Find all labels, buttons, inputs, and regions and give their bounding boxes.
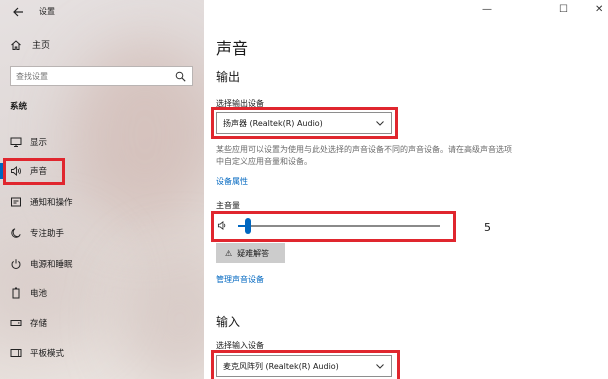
search-input[interactable]	[11, 67, 161, 85]
volume-label: 主音量	[216, 201, 240, 210]
volume-value: 5	[484, 221, 491, 234]
warning-icon: ⚠	[225, 248, 233, 258]
page-title: 声音	[216, 39, 249, 58]
tablet-icon	[10, 347, 22, 359]
troubleshoot-label: 疑难解答	[237, 248, 270, 258]
sidebar-item-label: 专注助手	[30, 229, 65, 239]
nav-home[interactable]: 主页	[10, 38, 50, 51]
search-icon[interactable]	[175, 71, 186, 82]
sidebar-item-tablet-mode[interactable]: 平板模式	[0, 342, 204, 364]
monitor-icon	[10, 136, 22, 148]
maximize-button[interactable]: ☐	[559, 4, 568, 15]
storage-icon	[10, 317, 22, 329]
notification-icon	[10, 196, 22, 208]
sidebar-item-label: 存储	[30, 319, 48, 329]
minimize-button[interactable]: —	[482, 4, 492, 15]
sidebar-item-notifications[interactable]: 通知和操作	[0, 191, 204, 213]
device-properties-link[interactable]: 设备属性	[216, 176, 248, 187]
highlight-box	[211, 350, 400, 379]
main-content: — ☐ ✕ 声音 输出 选择输出设备 扬声器 (Realtek(R) Audio…	[204, 0, 608, 379]
sidebar-item-storage[interactable]: 存储	[0, 312, 204, 334]
sidebar-item-display[interactable]: 显示	[0, 131, 204, 153]
moon-icon	[10, 227, 22, 239]
sidebar-item-battery[interactable]: 电池	[0, 282, 204, 304]
manage-devices-link[interactable]: 管理声音设备	[216, 274, 264, 285]
search-box[interactable]	[10, 66, 193, 86]
input-heading: 输入	[216, 315, 241, 329]
highlight-box	[3, 158, 65, 185]
home-icon	[11, 39, 21, 50]
power-icon	[10, 258, 22, 270]
close-button[interactable]: ✕	[595, 4, 603, 15]
arrow-left-icon[interactable]	[12, 6, 24, 18]
battery-icon	[10, 287, 22, 299]
sidebar-item-label: 显示	[30, 138, 48, 148]
sidebar-item-label: 平板模式	[30, 349, 65, 359]
output-heading: 输出	[216, 70, 241, 84]
sidebar-item-label: 通知和操作	[30, 198, 73, 208]
sidebar: 设置 主页 系统 显示 声音 通知和操作	[0, 0, 204, 379]
highlight-box	[211, 211, 456, 242]
sidebar-item-label: 电源和睡眠	[30, 260, 73, 270]
title-bar: 设置	[0, 0, 204, 24]
troubleshoot-button[interactable]: ⚠ 疑难解答	[216, 243, 285, 263]
nav-home-label: 主页	[32, 41, 51, 51]
sidebar-item-focus-assist[interactable]: 专注助手	[0, 222, 204, 244]
sidebar-item-label: 电池	[30, 289, 48, 299]
output-description: 某些应用可以设置为使用与此处选择的声音设备不同的声音设备。请在高级声音选项中自定…	[216, 145, 512, 166]
sidebar-item-power-sleep[interactable]: 电源和睡眠	[0, 253, 204, 275]
section-heading: 系统	[10, 102, 28, 112]
app-title: 设置	[39, 7, 55, 16]
highlight-box	[211, 107, 398, 139]
